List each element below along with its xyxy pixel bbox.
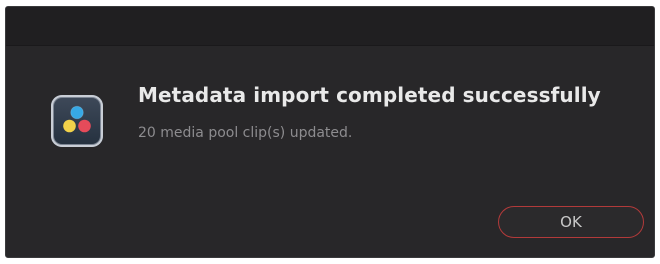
dialog-title: Metadata import completed successfully	[138, 83, 601, 107]
metadata-import-dialog: Metadata import completed successfully 2…	[5, 6, 655, 258]
davinci-resolve-app-icon	[51, 95, 103, 147]
ok-button[interactable]: OK	[498, 206, 644, 238]
dialog-titlebar[interactable]	[6, 7, 654, 46]
dialog-message: 20 media pool clip(s) updated.	[138, 125, 353, 141]
